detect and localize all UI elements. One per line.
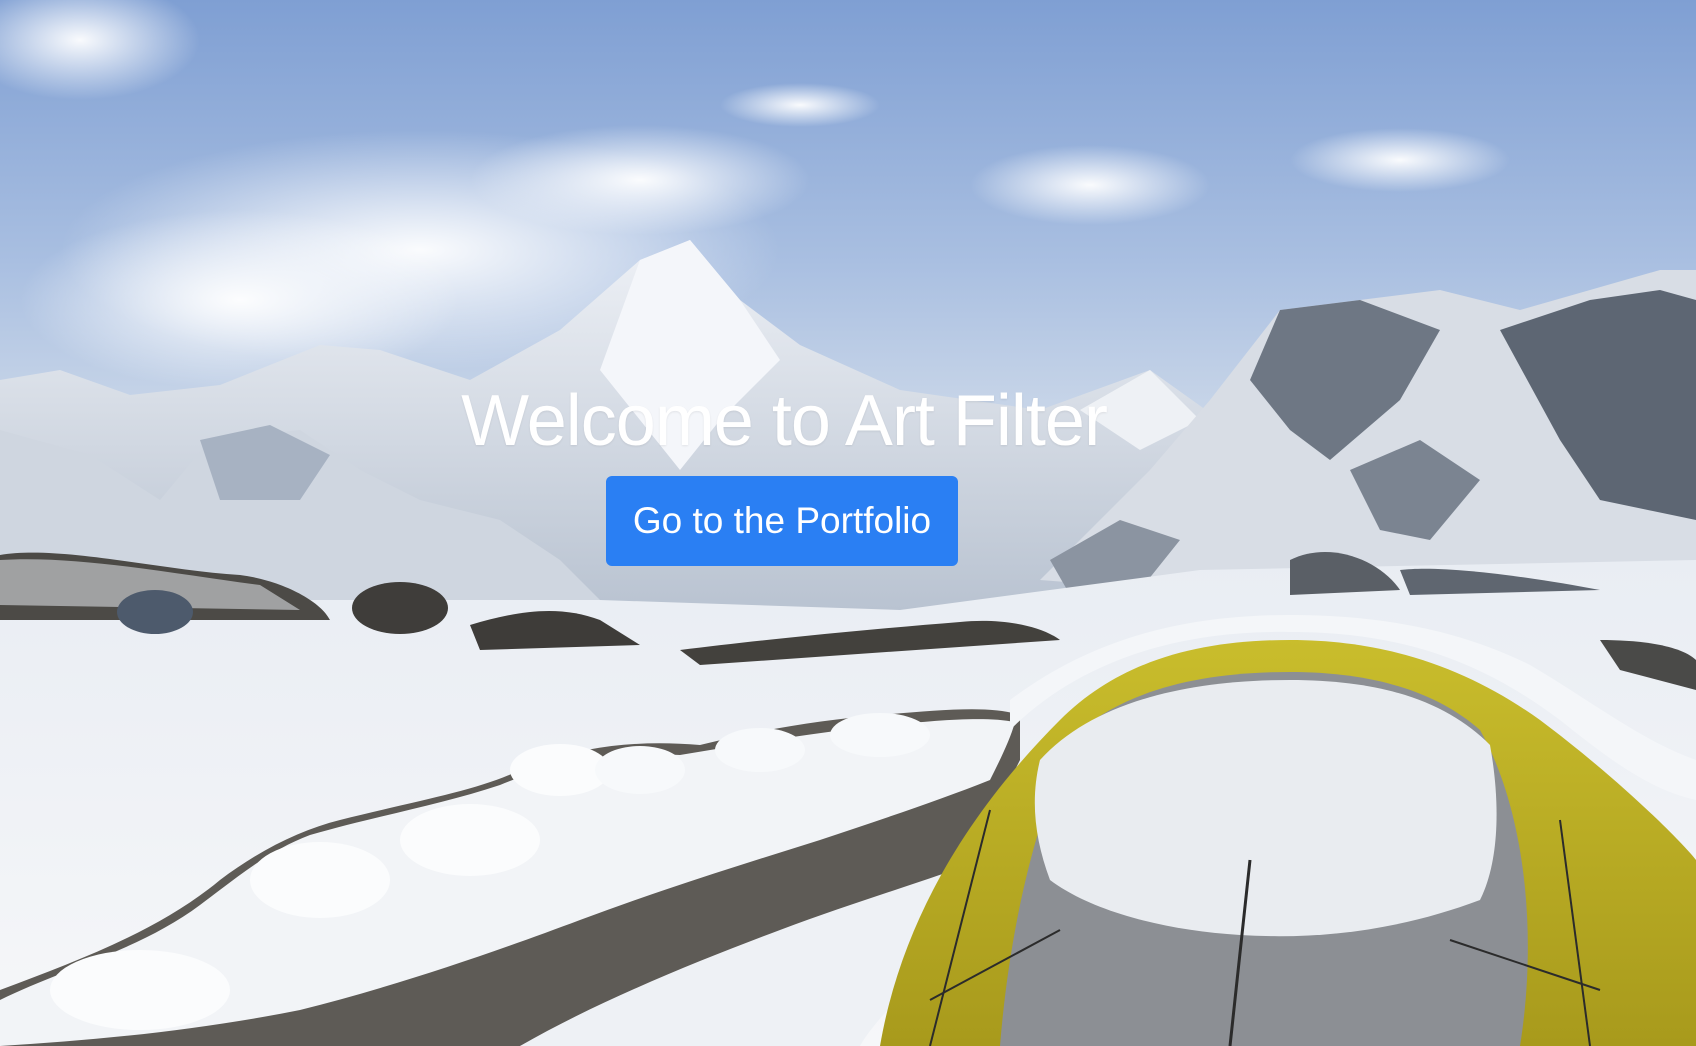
hero-content: Welcome to Art Filter Go to the Portfoli… (0, 378, 1568, 566)
go-to-portfolio-button[interactable]: Go to the Portfolio (606, 476, 958, 566)
hero-title: Welcome to Art Filter (461, 381, 1108, 461)
hero-section: Welcome to Art Filter Go to the Portfoli… (0, 0, 1696, 1046)
